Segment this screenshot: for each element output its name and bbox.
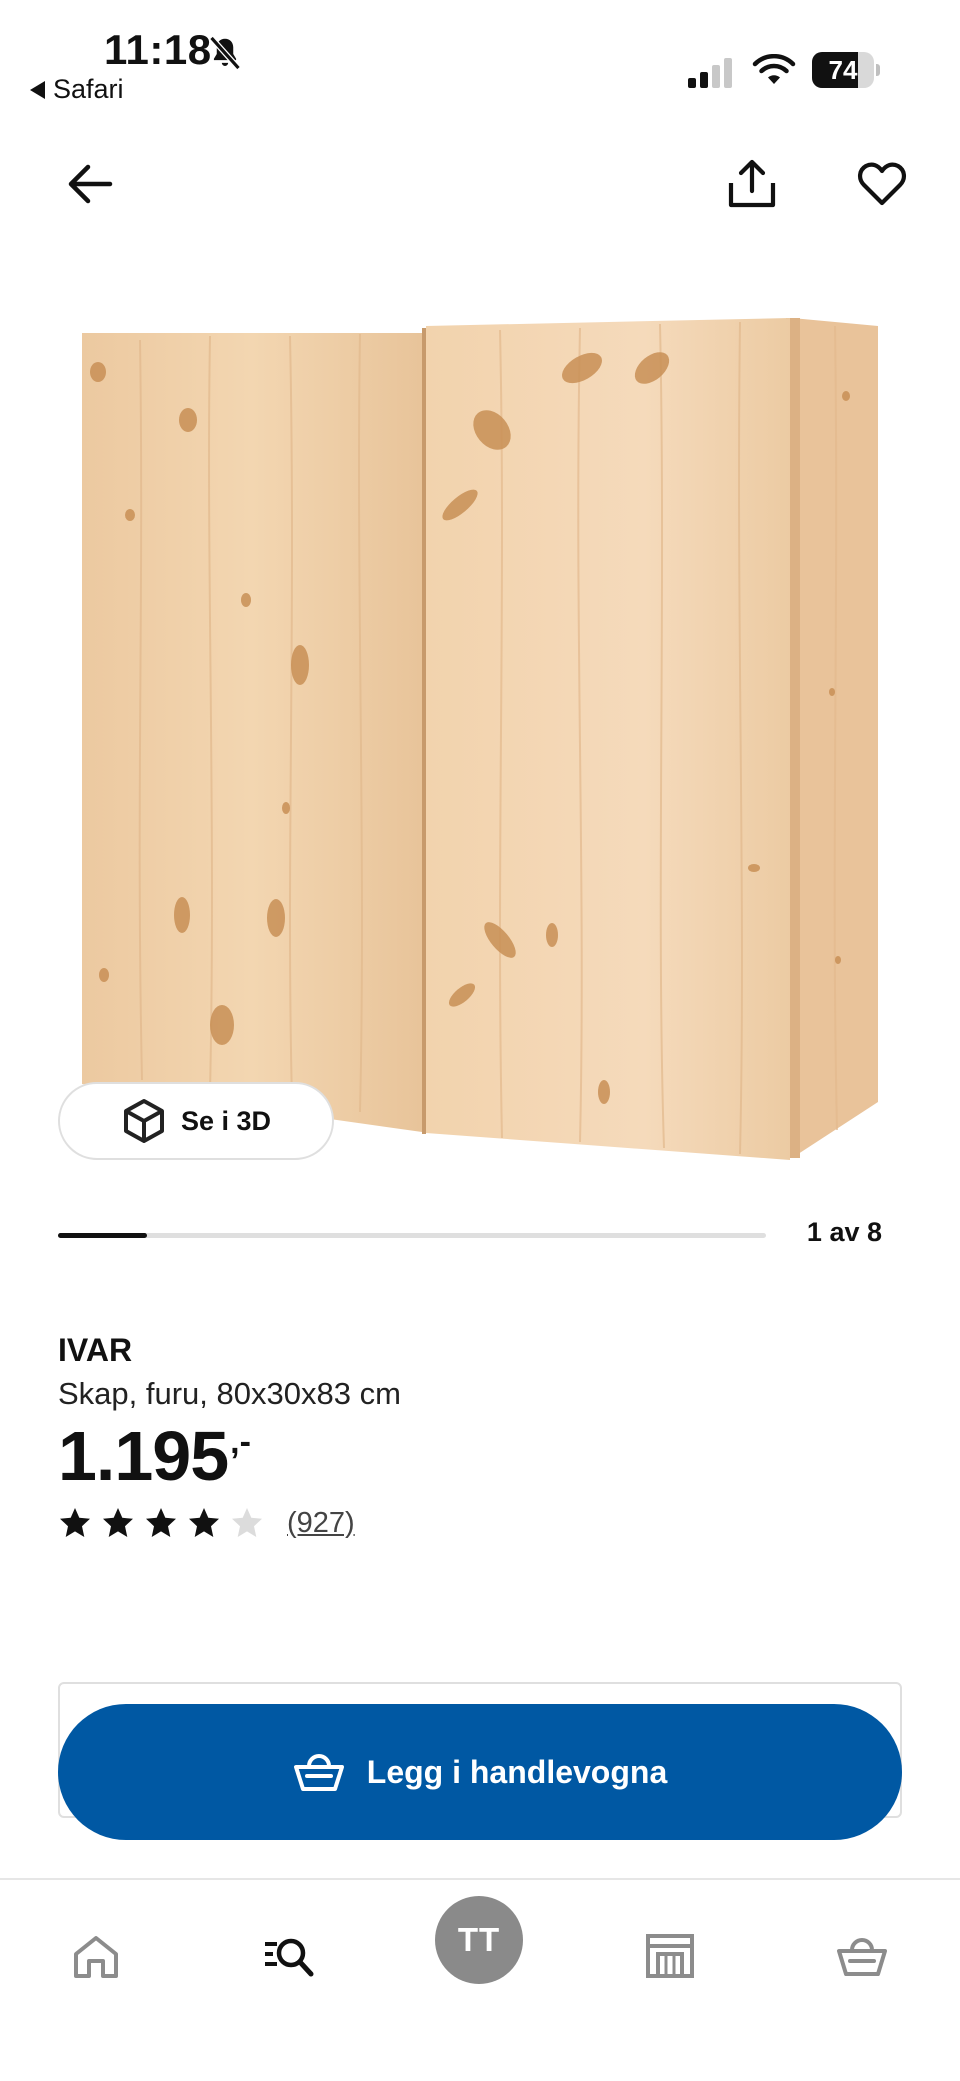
profile-avatar[interactable]: TT xyxy=(435,1896,523,1984)
basket-icon xyxy=(293,1754,344,1791)
gallery-progress-fill xyxy=(58,1233,147,1238)
battery-icon: 74 xyxy=(812,52,880,88)
back-triangle-icon xyxy=(30,80,45,99)
star-empty-icon xyxy=(232,1508,262,1537)
back-to-safari[interactable]: Safari xyxy=(30,74,124,105)
back-button[interactable] xyxy=(58,156,122,212)
tab-store[interactable] xyxy=(628,1914,712,1998)
product-rating[interactable]: (927) xyxy=(58,1506,355,1540)
price-suffix: ,- xyxy=(230,1423,251,1461)
share-button[interactable] xyxy=(720,152,784,216)
cube-icon xyxy=(123,1099,164,1143)
tab-cart[interactable] xyxy=(820,1914,904,1998)
store-icon xyxy=(646,1934,694,1978)
review-count-link[interactable]: (927) xyxy=(287,1507,355,1540)
product-price: 1.195 ,- xyxy=(58,1418,251,1494)
view-3d-button[interactable]: Se i 3D xyxy=(58,1082,334,1160)
star-filled-icon xyxy=(146,1508,176,1537)
search-icon xyxy=(265,1938,314,1977)
back-arrow-icon xyxy=(68,164,113,204)
gallery-page-indicator: 1 av 8 xyxy=(806,1217,882,1247)
signal-bar xyxy=(688,78,696,88)
gallery-progress-track[interactable] xyxy=(58,1233,766,1238)
back-app-label: Safari xyxy=(53,74,124,104)
cart-basket-icon xyxy=(837,1938,887,1976)
signal-bar xyxy=(724,58,732,88)
product-name: IVAR xyxy=(58,1332,133,1368)
home-icon xyxy=(74,1936,118,1978)
add-to-cart-button[interactable]: Legg i handlevogna xyxy=(58,1704,902,1840)
status-time: 11:18 xyxy=(104,26,212,73)
star-filled-icon xyxy=(60,1508,90,1537)
bell-slash-icon xyxy=(209,36,241,70)
signal-bar xyxy=(712,65,720,88)
battery-percent: 74 xyxy=(828,55,858,85)
star-filled-icon xyxy=(103,1508,133,1537)
cellular-signal-icon xyxy=(688,58,732,88)
price-value: 1.195 xyxy=(58,1417,229,1495)
tab-home[interactable] xyxy=(54,1914,138,1998)
product-description: Skap, furu, 80x30x83 cm xyxy=(58,1376,401,1411)
bottom-tab-bar: TT xyxy=(0,1878,960,2081)
share-icon xyxy=(728,159,776,208)
wifi-icon xyxy=(752,54,796,84)
product-image[interactable] xyxy=(60,300,900,1180)
tab-search[interactable] xyxy=(246,1914,330,1998)
heart-icon xyxy=(858,162,906,206)
star-filled-icon xyxy=(189,1508,219,1537)
view-3d-label: Se i 3D xyxy=(180,1105,272,1136)
add-to-cart-label: Legg i handlevogna xyxy=(366,1753,668,1790)
favorite-button[interactable] xyxy=(852,154,912,214)
signal-bar xyxy=(700,72,708,88)
